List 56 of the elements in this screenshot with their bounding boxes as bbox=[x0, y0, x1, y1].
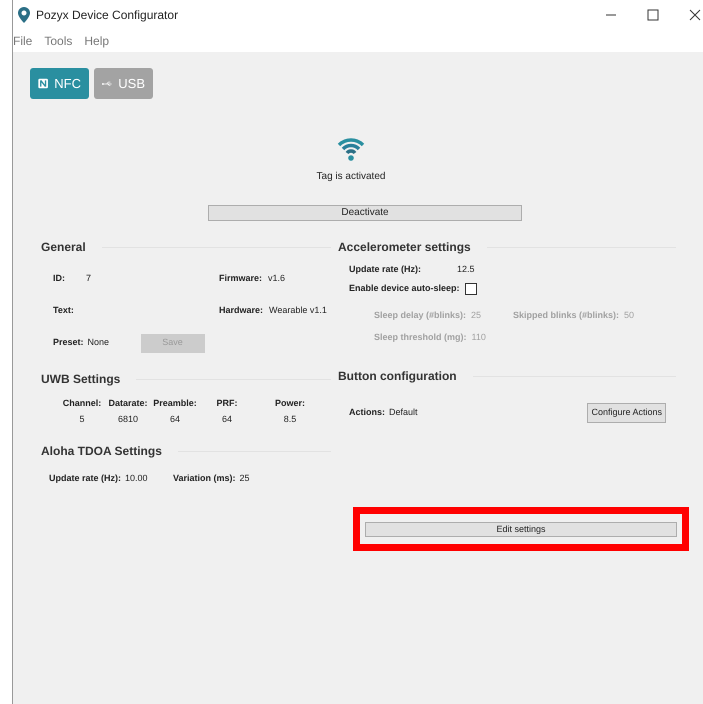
field-value: 6810 bbox=[118, 413, 138, 426]
field-value: v1.6 bbox=[268, 272, 286, 286]
wifi-icon bbox=[337, 136, 365, 162]
section-heading: Accelerometer settings bbox=[338, 239, 471, 256]
field-value: 12.5 bbox=[457, 263, 475, 276]
field-value: 64 bbox=[170, 413, 180, 426]
close-icon[interactable] bbox=[689, 9, 701, 21]
field-value: None bbox=[88, 336, 110, 350]
field-value: 25 bbox=[240, 472, 250, 486]
window-title: Pozyx Device Configurator bbox=[36, 7, 178, 24]
field-label: Preset: bbox=[53, 336, 84, 350]
section-heading: General bbox=[41, 239, 86, 256]
field-value: 7 bbox=[86, 272, 92, 286]
field-value: Wearable v1.1 bbox=[269, 304, 327, 318]
field-value: 25 bbox=[471, 309, 482, 322]
section-heading: Button configuration bbox=[338, 368, 457, 385]
menu-item[interactable]: Help bbox=[84, 32, 110, 50]
field-label: Sleep delay (#blinks): bbox=[374, 309, 466, 322]
field-label: Firmware: bbox=[219, 272, 262, 286]
menu-item[interactable]: File bbox=[13, 32, 32, 50]
field-value: Default bbox=[389, 406, 418, 420]
configure-actions-button[interactable]: Configure Actions bbox=[587, 403, 666, 423]
field-value: 110 bbox=[472, 331, 486, 344]
field-label: Update rate (Hz): bbox=[49, 472, 122, 486]
maximize-icon[interactable] bbox=[647, 9, 659, 21]
field-label: ID: bbox=[53, 272, 66, 286]
deactivate-button[interactable]: Deactivate bbox=[208, 205, 522, 221]
status-text: Tag is activated bbox=[316, 170, 386, 184]
field-label: Variation (ms): bbox=[173, 472, 236, 486]
field-label: PRF: bbox=[216, 397, 238, 410]
field-value: 50 bbox=[624, 309, 634, 322]
field-label: Enable device auto-sleep: bbox=[349, 282, 460, 296]
field-value: 5 bbox=[79, 413, 84, 426]
app-logo-icon bbox=[17, 7, 31, 23]
field-label: Power: bbox=[274, 397, 305, 410]
nfc-icon bbox=[38, 76, 48, 91]
connection-tab[interactable]: NFC bbox=[30, 68, 89, 99]
menu-item[interactable]: Tools bbox=[44, 32, 72, 50]
field-label: Datarate: bbox=[108, 397, 148, 410]
section-heading: UWB Settings bbox=[41, 371, 120, 388]
field-label: Hardware: bbox=[219, 304, 264, 318]
section-heading: Aloha TDOA Settings bbox=[41, 443, 162, 460]
auto-sleep-checkbox[interactable] bbox=[464, 283, 477, 295]
field-label: Sleep threshold (mg): bbox=[374, 331, 467, 344]
field-label: Skipped blinks (#blinks): bbox=[513, 309, 620, 322]
connection-tab[interactable]: USB bbox=[94, 68, 153, 99]
field-value: 10.00 bbox=[125, 472, 149, 486]
field-value: 8.5 bbox=[284, 413, 296, 426]
field-label: Actions: bbox=[349, 406, 385, 420]
edit-settings-button[interactable]: Edit settings bbox=[365, 522, 677, 536]
field-label: Channel: bbox=[62, 397, 102, 410]
field-label: Update rate (Hz): bbox=[349, 263, 422, 276]
field-label: Text: bbox=[53, 304, 75, 318]
usb-icon bbox=[102, 80, 112, 88]
field-label: Preamble: bbox=[153, 397, 197, 410]
field-value: 64 bbox=[222, 413, 232, 426]
